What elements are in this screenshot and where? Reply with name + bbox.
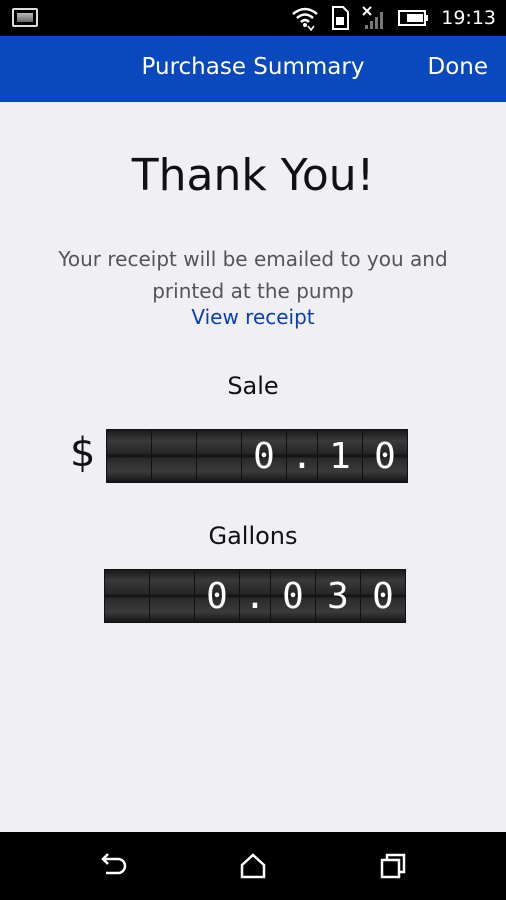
view-receipt-row: View receipt [0,305,506,329]
odometer-digit [152,430,196,482]
purchase-summary-content: Thank You! Your receipt will be emailed … [0,102,506,832]
done-button[interactable]: Done [427,54,488,80]
image-notification-icon [12,8,38,27]
odometer-digit: 0 [195,570,239,622]
recent-apps-icon [380,853,406,879]
gallons-odometer: 0 . 0 3 0 [104,569,406,623]
odometer-digit: 0 [242,430,286,482]
odometer-digit: 1 [318,430,362,482]
currency-symbol: $ [70,430,96,476]
signal-off-icon [361,5,387,31]
clock: 19:13 [441,7,496,29]
odometer-digit [197,430,241,482]
wifi-icon [291,5,319,31]
odometer-digit: 0 [361,570,405,622]
gallons-label: Gallons [208,522,298,550]
navigation-bar [0,832,506,900]
odometer-digit [150,570,194,622]
sim-card-icon [330,5,350,31]
odometer-digit: 0 [363,430,407,482]
app-bar: Purchase Summary Done [0,36,506,102]
thank-you-heading: Thank You! [131,150,375,201]
odometer-digit: 3 [316,570,360,622]
receipt-message: Your receipt will be emailed to you and … [58,247,448,303]
back-button[interactable] [93,848,133,884]
recent-apps-button[interactable] [373,848,413,884]
sale-label: Sale [227,372,279,400]
odometer-decimal-point: . [287,430,317,482]
back-icon [101,853,127,875]
status-bar: 19:13 [0,0,506,36]
odometer-digit [107,430,151,482]
sale-odometer: 0 . 1 0 [106,429,408,483]
home-button[interactable] [233,848,273,884]
odometer-decimal-point: . [240,570,270,622]
odometer-digit: 0 [271,570,315,622]
odometer-digit [105,570,149,622]
home-icon [240,853,266,879]
view-receipt-link[interactable]: View receipt [191,305,314,329]
battery-icon [398,9,430,27]
